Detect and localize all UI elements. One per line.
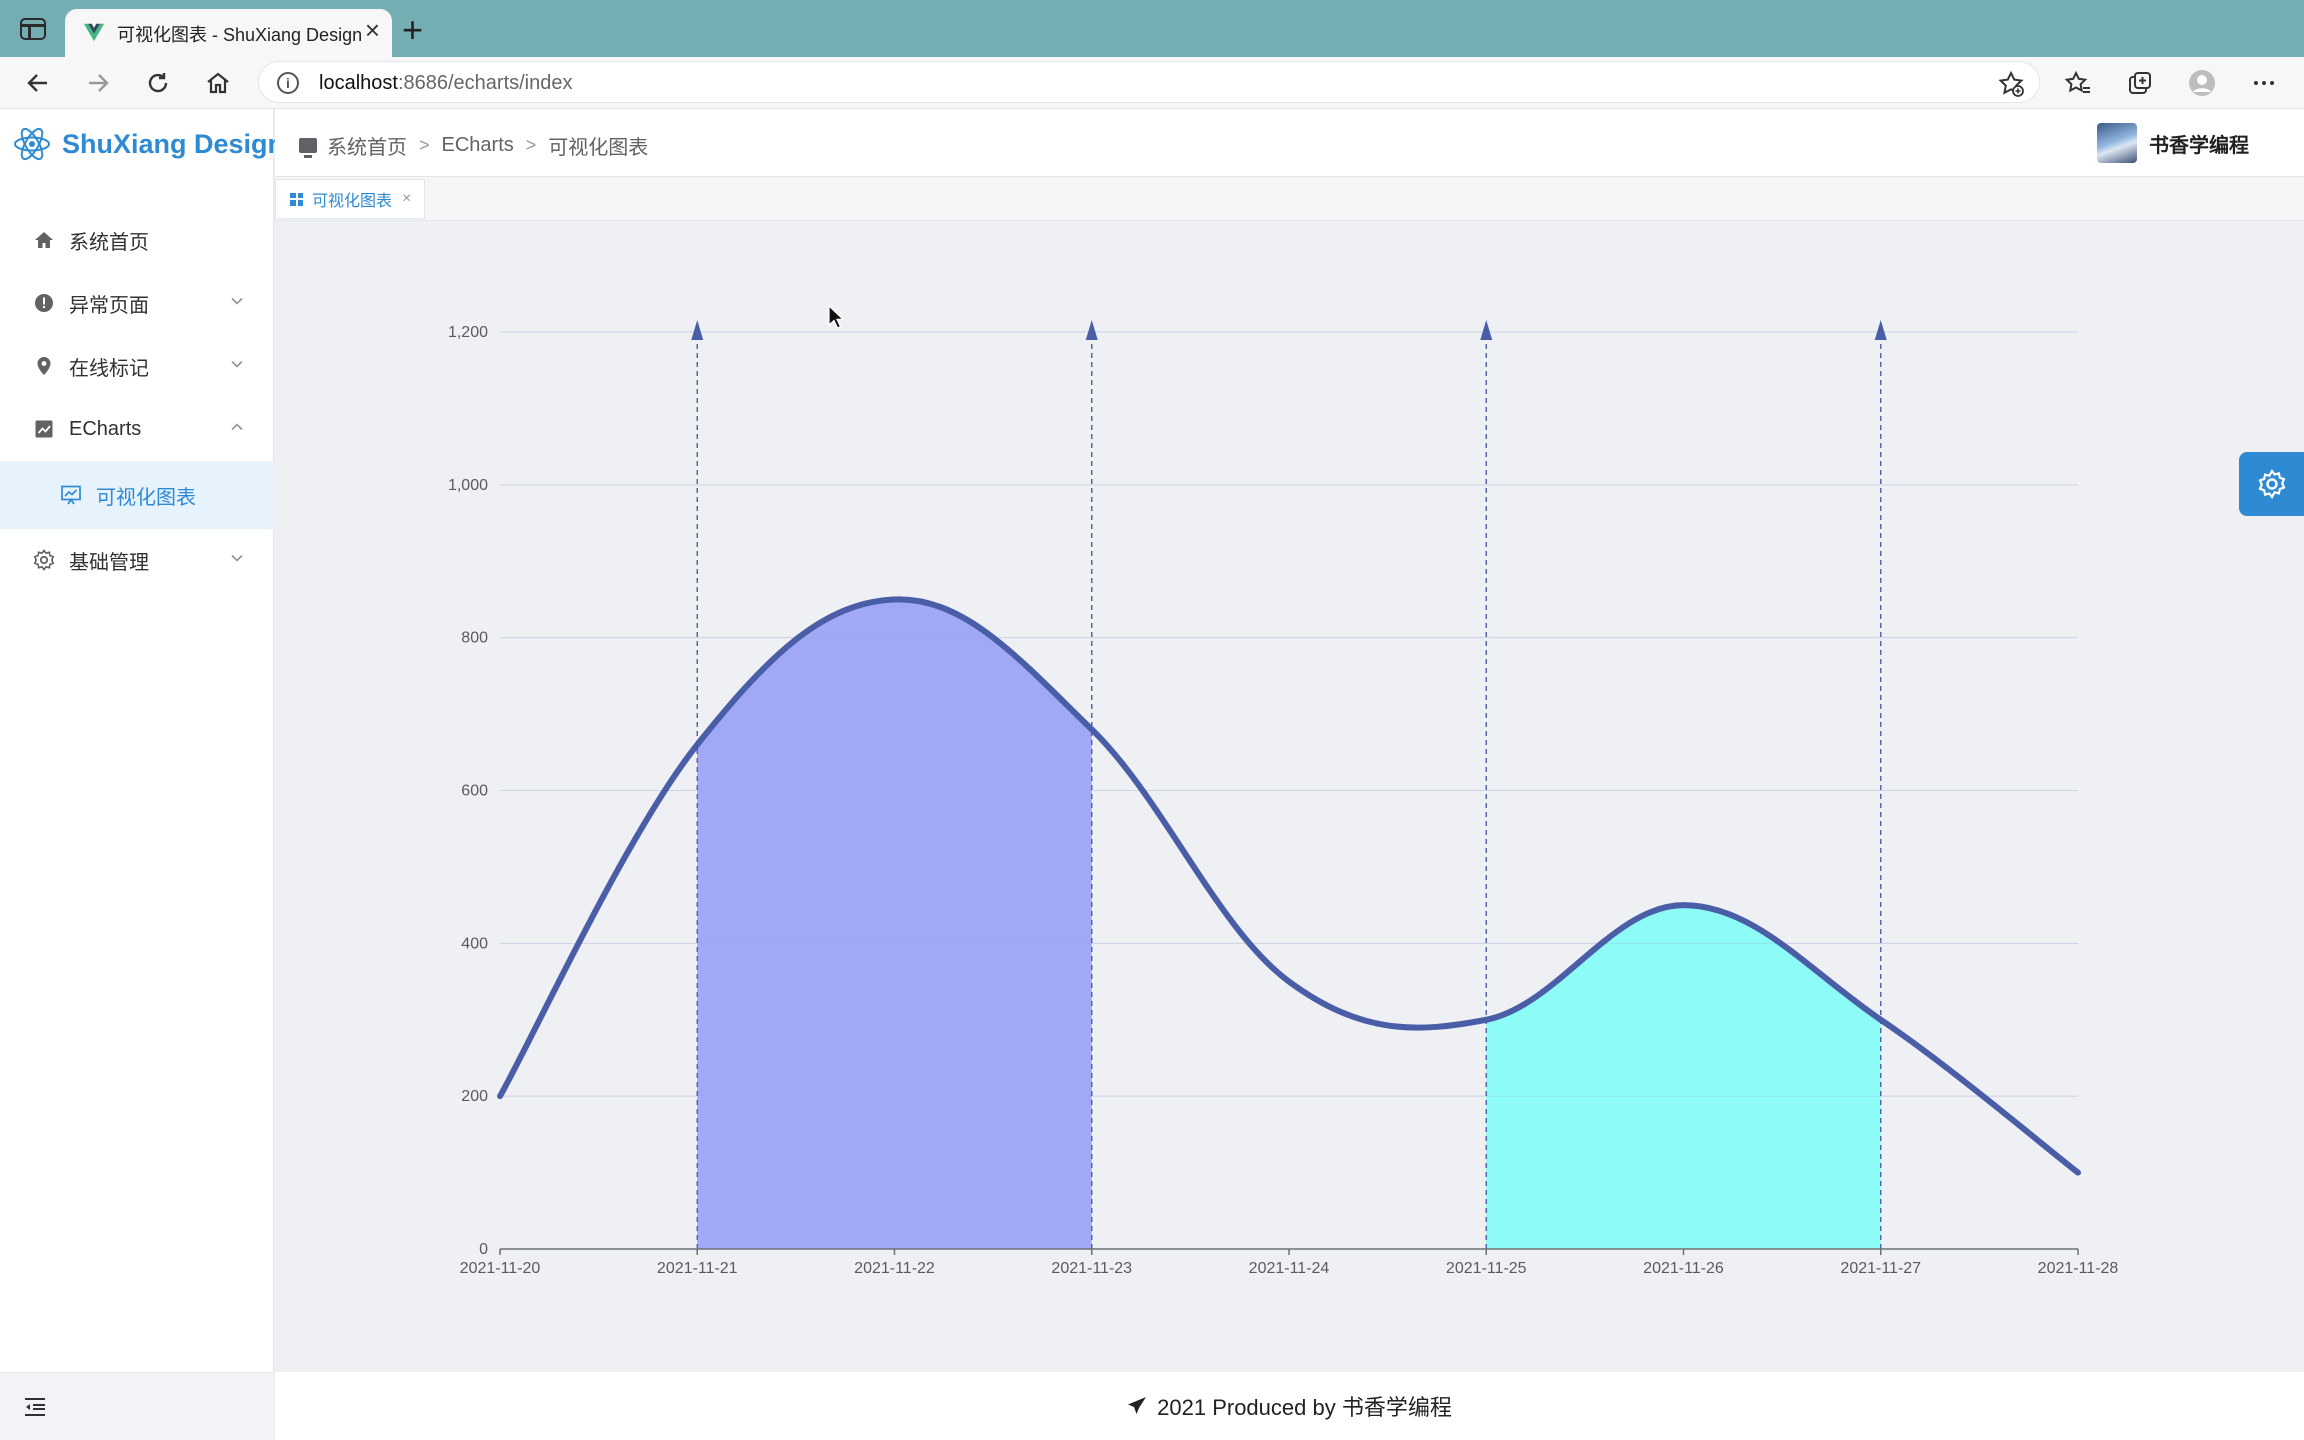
line-chart: 0 200 400 600 800 1,000 1,200 2021-11-20 2021-11… xyxy=(448,320,2119,1277)
favorites-icon[interactable] xyxy=(2060,65,2096,101)
y-tick-label: 800 xyxy=(461,630,488,647)
chevron-down-icon xyxy=(231,297,243,305)
x-tick-label: 2021-11-28 xyxy=(2038,1260,2119,1277)
collapse-menu-icon[interactable] xyxy=(24,1397,46,1417)
more-icon[interactable] xyxy=(2246,65,2282,101)
settings-button[interactable] xyxy=(2239,452,2304,516)
x-tick-label: 2021-11-27 xyxy=(1840,1260,1921,1277)
y-tick-label: 1,200 xyxy=(448,324,488,341)
sidebar-item-label: 在线标记 xyxy=(69,357,149,380)
mark-line-arrow xyxy=(1874,320,1887,340)
sidebar-item-label: 系统首页 xyxy=(69,231,149,254)
vue-logo-icon xyxy=(83,23,105,42)
refresh-icon[interactable] xyxy=(140,65,176,101)
mark-area xyxy=(1486,905,1881,1249)
sidebar-item-basic-management[interactable]: 基础管理 xyxy=(0,529,274,591)
avatar[interactable] xyxy=(2097,123,2137,163)
gear-icon xyxy=(2258,468,2285,500)
back-icon[interactable] xyxy=(20,65,56,101)
tags-view: 可视化图表 × xyxy=(275,177,2304,221)
breadcrumb-item-current: 可视化图表 xyxy=(548,137,649,159)
x-tick-label: 2021-11-22 xyxy=(854,1260,935,1277)
breadcrumb-separator: > xyxy=(419,135,430,155)
sidebar-item-label: 异常页面 xyxy=(69,294,149,317)
y-tick-label: 400 xyxy=(461,935,488,952)
x-tick-label: 2021-11-23 xyxy=(1051,1260,1132,1277)
chart-icon xyxy=(33,418,55,440)
sidebar-item-visual-charts[interactable]: 可视化图表 xyxy=(0,461,274,529)
y-tick-label: 1,000 xyxy=(448,477,488,494)
grid-icon xyxy=(290,192,303,206)
site-info-icon[interactable]: i xyxy=(277,72,299,94)
chevron-down-icon xyxy=(231,554,243,562)
logo[interactable]: ShuXiang Design xyxy=(12,121,284,167)
gear-icon xyxy=(33,549,55,571)
footer: 2021 Produced by 书香学编程 xyxy=(275,1372,2304,1440)
tag-visual-charts[interactable]: 可视化图表 × xyxy=(275,179,425,219)
user-name[interactable]: 书香学编程 xyxy=(2149,129,2249,158)
warning-icon xyxy=(33,292,55,314)
tab-close-icon[interactable]: × xyxy=(365,15,380,46)
y-tick-label: 600 xyxy=(461,783,488,800)
mouse-cursor-icon xyxy=(828,305,844,329)
paper-plane-icon xyxy=(1128,1397,1147,1414)
logo-text: ShuXiang Design xyxy=(62,128,285,159)
sidebar-item-label: ECharts xyxy=(69,417,142,440)
x-tick-label: 2021-11-26 xyxy=(1643,1260,1724,1277)
sidebar-item-label: 可视化图表 xyxy=(96,486,196,509)
x-tick-label: 2021-11-20 xyxy=(460,1260,541,1277)
profile-icon[interactable] xyxy=(2184,65,2220,101)
browser-tab[interactable]: 可视化图表 - ShuXiang Design × xyxy=(65,9,392,57)
sidebar-item-echarts[interactable]: ECharts xyxy=(0,398,274,460)
mark-area xyxy=(697,599,1092,1249)
url-text: localhost:8686/echarts/index xyxy=(319,72,573,94)
sidebar: ShuXiang Design 系统首页 异常页面 在线标记 ECharts 可… xyxy=(0,109,284,1440)
x-tick-label: 2021-11-24 xyxy=(1249,1260,1330,1277)
location-icon xyxy=(33,355,55,377)
top-header: 系统首页 > ECharts > 可视化图表 书香学编程 xyxy=(275,109,2304,177)
mark-line-arrow xyxy=(1480,320,1493,340)
atom-logo-icon xyxy=(14,127,50,161)
monitor-chart-icon xyxy=(60,484,82,506)
user-menu[interactable]: 书香学编程 xyxy=(2097,123,2249,163)
tab-actions-icon[interactable] xyxy=(20,18,46,40)
breadcrumb: 系统首页 > ECharts > 可视化图表 xyxy=(299,131,648,160)
breadcrumb-item-echarts[interactable]: ECharts xyxy=(442,134,514,157)
breadcrumb-separator: > xyxy=(525,135,537,155)
forward-icon[interactable] xyxy=(80,65,116,101)
home-icon[interactable] xyxy=(200,65,236,101)
mark-line-arrow xyxy=(1085,320,1098,340)
y-tick-label: 0 xyxy=(479,1241,488,1258)
add-favorite-icon[interactable] xyxy=(1997,70,2025,98)
tag-label: 可视化图表 xyxy=(312,193,393,210)
home-icon xyxy=(33,229,55,251)
sidebar-item-label: 基础管理 xyxy=(69,551,149,574)
new-tab-button[interactable]: + xyxy=(402,10,423,50)
sidebar-item-home[interactable]: 系统首页 xyxy=(0,209,274,271)
tag-close-icon[interactable]: × xyxy=(402,190,411,208)
browser-tab-bar: 可视化图表 - ShuXiang Design × + xyxy=(0,0,2304,57)
collections-icon[interactable] xyxy=(2122,65,2158,101)
chart-container: 0 200 400 600 800 1,000 1,200 2021-11-20 2021-11… xyxy=(275,222,2304,1372)
monitor-icon xyxy=(299,138,317,158)
sidebar-item-error-pages[interactable]: 异常页面 xyxy=(0,272,274,334)
sidebar-collapse-bar[interactable] xyxy=(0,1372,274,1440)
address-bar[interactable]: i localhost:8686/echarts/index xyxy=(258,61,2040,103)
footer-text: 2021 Produced by 书香学编程 xyxy=(1157,1395,1452,1420)
breadcrumb-item-home[interactable]: 系统首页 xyxy=(327,131,407,160)
y-tick-label: 200 xyxy=(461,1088,488,1105)
tab-title: 可视化图表 - ShuXiang Design xyxy=(117,25,363,45)
browser-toolbar: i localhost:8686/echarts/index xyxy=(0,57,2304,109)
mark-line-arrow xyxy=(691,320,704,340)
sidebar-item-online-marker[interactable]: 在线标记 xyxy=(0,335,274,397)
x-tick-label: 2021-11-21 xyxy=(657,1260,738,1277)
chevron-up-icon xyxy=(231,423,243,431)
x-tick-label: 2021-11-25 xyxy=(1446,1260,1527,1277)
chevron-down-icon xyxy=(231,360,243,368)
